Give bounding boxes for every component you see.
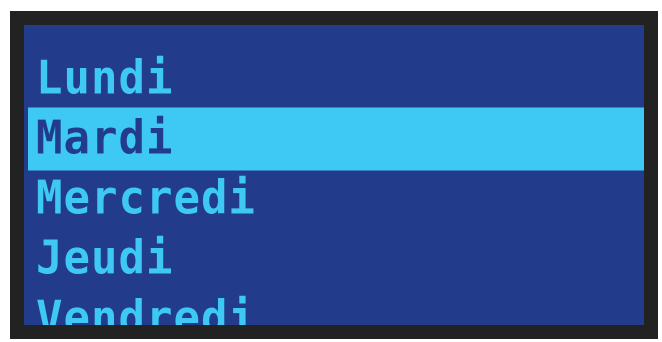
day-list: Lundi Mardi Mercredi Jeudi Vendredi — [24, 49, 644, 325]
display-screen: Lundi Mardi Mercredi Jeudi Vendredi — [24, 25, 644, 325]
list-item-jeudi[interactable]: Jeudi — [24, 228, 644, 291]
list-item-mercredi[interactable]: Mercredi — [24, 168, 644, 231]
list-item-lundi[interactable]: Lundi — [24, 48, 644, 111]
list-item-vendredi[interactable]: Vendredi — [24, 288, 644, 325]
list-item-mardi-selected[interactable]: Mardi — [28, 107, 644, 171]
display-frame: Lundi Mardi Mercredi Jeudi Vendredi — [10, 11, 658, 339]
